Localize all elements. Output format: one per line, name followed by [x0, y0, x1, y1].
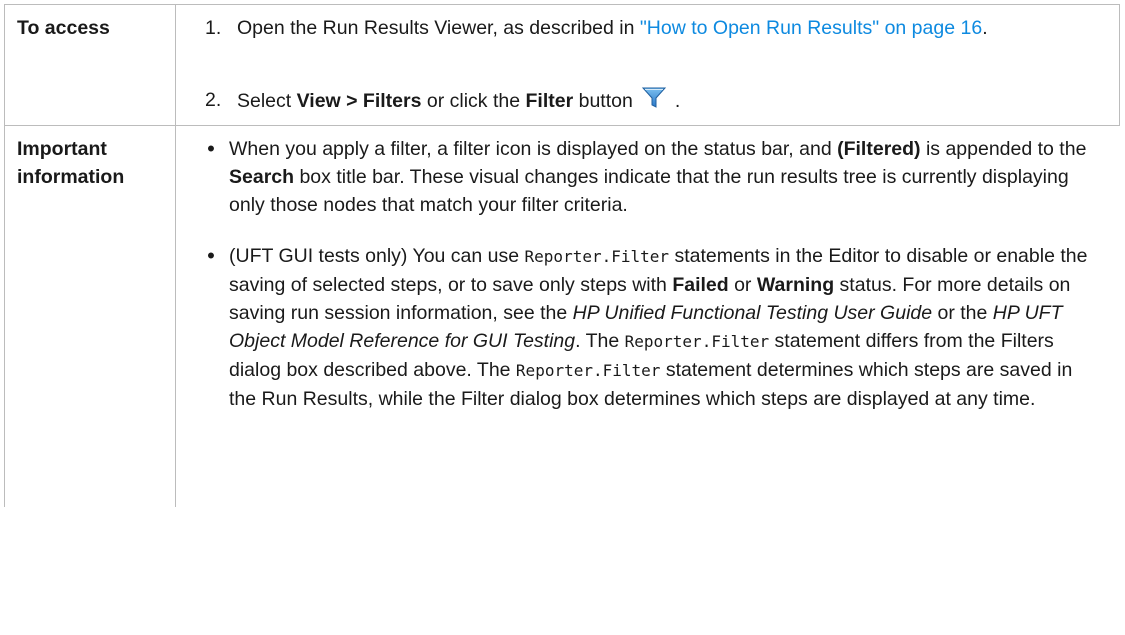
- list-item: • When you apply a filter, a filter icon…: [205, 135, 1102, 242]
- step-number: 1.: [205, 17, 222, 39]
- table-row-to-access: To access 1. Open the Run Results Viewer…: [4, 4, 1120, 126]
- access-step-1: 1. Open the Run Results Viewer, as descr…: [205, 14, 1101, 86]
- list-item: • (UFT GUI tests only) You can use Repor…: [205, 242, 1102, 413]
- guide-title: HP Unified Functional Testing User Guide: [572, 302, 933, 324]
- table-row-important-information: Important information • When you apply a …: [4, 125, 1120, 507]
- access-steps-list: 1. Open the Run Results Viewer, as descr…: [205, 14, 1101, 125]
- code-reporter-filter: Reporter.Filter: [624, 332, 770, 351]
- access-step-2: 2. Select View > Filters or click the Fi…: [205, 86, 1101, 125]
- info-table: To access 1. Open the Run Results Viewer…: [4, 4, 1120, 507]
- how-to-open-run-results-link[interactable]: "How to Open Run Results" on page 16: [640, 17, 982, 39]
- filter-button-label: Filter: [525, 90, 574, 112]
- bullet-dot-icon: •: [207, 136, 215, 161]
- list-item-text: When you apply a filter, a filter icon i…: [229, 138, 1087, 216]
- step-text: Open the Run Results Viewer, as describe…: [237, 17, 988, 39]
- step-text: Select View > Filters or click the Filte…: [237, 86, 680, 115]
- step-number: 2.: [205, 89, 222, 111]
- menu-path-view-filters: View > Filters: [296, 90, 422, 112]
- filter-funnel-icon: [641, 86, 667, 110]
- bullet-dot-icon: •: [207, 243, 215, 268]
- row-content-important-information: • When you apply a filter, a filter icon…: [175, 125, 1120, 507]
- list-item-text: (UFT GUI tests only) You can use Reporte…: [229, 245, 1088, 410]
- row-label-to-access: To access: [4, 4, 176, 126]
- code-reporter-filter: Reporter.Filter: [524, 247, 670, 266]
- code-reporter-filter: Reporter.Filter: [515, 361, 661, 380]
- important-info-list: • When you apply a filter, a filter icon…: [205, 135, 1102, 413]
- row-content-to-access: 1. Open the Run Results Viewer, as descr…: [175, 4, 1120, 126]
- row-label-important-information: Important information: [4, 125, 176, 507]
